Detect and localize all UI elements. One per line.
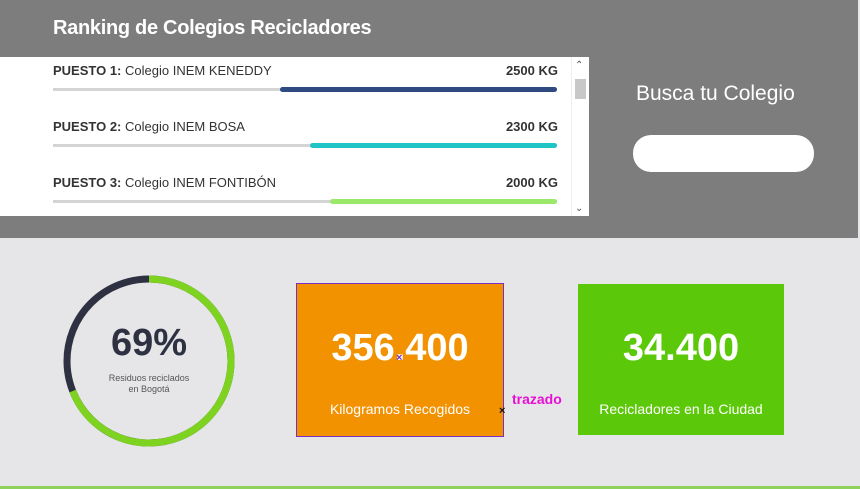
list-item: PUESTO 2: Colegio INEM BOSA 2300 KG [53,113,558,153]
progress-fill [279,87,557,92]
recycled-label-line1: Residuos reciclados [108,373,190,383]
rank-position: PUESTO 1: [53,63,122,78]
chevron-up-icon[interactable]: ⌃ [575,60,583,71]
rank-school: Colegio INEM FONTIBÓN [125,175,276,190]
ranking-list[interactable]: PUESTO 1: Colegio INEM KENEDDY 2500 KG P… [0,57,589,216]
anchor-x-icon: × [499,405,506,417]
progress-track [53,87,557,92]
recycled-label-line2: en Bogotá [128,384,170,394]
rank-kg: 2500 KG [505,63,558,78]
rank-school: Colegio INEM BOSA [125,119,245,134]
progress-fill [310,143,557,148]
rank-position: PUESTO 2: [53,119,122,134]
anchor-x-icon: × [396,352,403,364]
rank-label: PUESTO 3: Colegio INEM FONTIBÓN [53,175,276,190]
recycled-percent: 69% [110,322,188,364]
progress-track [53,143,557,148]
rank-label: PUESTO 2: Colegio INEM BOSA [53,119,245,134]
scroll-thumb[interactable] [575,79,586,99]
page-title: Ranking de Colegios Recicladores [53,17,372,39]
rank-school: Colegio INEM KENEDDY [125,63,272,78]
kilograms-label: Kilogramos Recogidos [329,401,471,417]
rank-label: PUESTO 1: Colegio INEM KENEDDY [53,63,272,78]
list-item: PUESTO 3: Colegio INEM FONTIBÓN 2000 KG [53,169,558,209]
recyclers-label: Recicladores en la Ciudad [599,401,763,417]
chevron-down-icon[interactable]: ⌄ [575,203,583,214]
rank-position: PUESTO 3: [53,175,122,190]
list-item: PUESTO 1: Colegio INEM KENEDDY 2500 KG [53,57,558,97]
search-input[interactable] [633,135,814,172]
search-title: Busca tu Colegio [636,82,795,105]
progress-track [53,199,557,204]
recycled-label: Residuos reciclados en Bogotá [85,373,213,395]
scrollbar[interactable]: ⌃ ⌄ [571,57,589,216]
progress-fill [330,199,557,204]
rank-kg: 2300 KG [505,119,558,134]
recyclers-value: 34.400 [622,327,740,369]
rank-kg: 2000 KG [505,175,558,190]
recyclers-card: 34.400 Recicladores en la Ciudad [578,284,784,435]
ranking-panel: Ranking de Colegios Recicladores PUESTO … [0,0,858,238]
trazado-annotation: trazado [512,391,562,407]
